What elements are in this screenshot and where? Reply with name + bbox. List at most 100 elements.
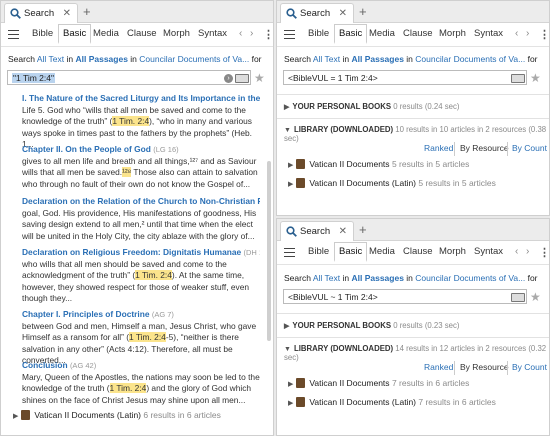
close-icon[interactable]: ✕ xyxy=(339,8,347,19)
chevron-left-icon[interactable]: ‹ xyxy=(515,28,518,39)
star-icon[interactable]: ★ xyxy=(530,71,541,85)
triangle-right-icon[interactable]: ▶ xyxy=(288,180,293,188)
result-title[interactable]: Chapter II. On the People of God xyxy=(22,144,151,154)
sort-by-resource[interactable]: By Resource xyxy=(460,143,509,153)
close-icon[interactable]: ✕ xyxy=(339,226,347,237)
triangle-right-icon[interactable]: ▶ xyxy=(284,322,289,330)
search-tab[interactable]: Search ✕ xyxy=(4,3,78,23)
result-item[interactable]: Conclusion (AG 42) Mary, Queen of the Ap… xyxy=(22,360,260,406)
keyboard-icon[interactable] xyxy=(511,74,525,83)
result-title[interactable]: Chapter I. Principles of Doctrine xyxy=(22,309,150,319)
plus-icon[interactable]: + xyxy=(83,4,91,19)
kebab-icon[interactable]: ⋮ xyxy=(539,246,549,259)
triangle-right-icon[interactable]: ▶ xyxy=(288,380,293,388)
scope-for: for xyxy=(251,54,262,64)
triangle-right-icon[interactable]: ▶ xyxy=(13,412,18,420)
scope-passages-link[interactable]: All Passages xyxy=(351,54,403,64)
personal-books-group[interactable]: ▶ YOUR PERSONAL BOOKS 0 results (0.24 sec… xyxy=(284,102,460,111)
kebab-icon[interactable]: ⋮ xyxy=(263,28,273,41)
triangle-down-icon[interactable]: ▼ xyxy=(284,346,291,353)
tab-bible[interactable]: Bible xyxy=(308,28,329,39)
plus-icon[interactable]: + xyxy=(359,222,367,237)
search-tab-label: Search xyxy=(300,8,331,19)
tab-basic[interactable]: Basic xyxy=(58,24,92,44)
result-title[interactable]: I. The Nature of the Sacred Liturgy and … xyxy=(22,93,260,103)
sort-ranked[interactable]: Ranked xyxy=(424,143,453,153)
triangle-right-icon[interactable]: ▶ xyxy=(288,161,293,169)
chevron-right-icon[interactable]: › xyxy=(526,28,529,39)
chevron-right-icon[interactable]: › xyxy=(250,28,253,39)
result-title[interactable]: Conclusion xyxy=(22,360,68,370)
tab-morph[interactable]: Morph xyxy=(163,28,190,39)
personal-books-group[interactable]: ▶ YOUR PERSONAL BOOKS 0 results (0.23 sec… xyxy=(284,321,460,330)
search-input[interactable]: <BibleVUL = 1 Tim 2:4> xyxy=(283,70,527,85)
tab-media[interactable]: Media xyxy=(369,28,395,39)
scope-collection-link[interactable]: Councilar Documents of Va... xyxy=(415,54,525,64)
plus-icon[interactable]: + xyxy=(359,4,367,19)
result-title[interactable]: Declaration on the Relation of the Churc… xyxy=(22,196,260,206)
kebab-icon[interactable]: ⋮ xyxy=(539,28,549,41)
sort-by-resource[interactable]: By Resource xyxy=(460,362,509,372)
result-item[interactable]: Chapter II. On the People of God (LG 16)… xyxy=(22,144,260,190)
tab-basic[interactable]: Basic xyxy=(334,24,368,44)
tab-media[interactable]: Media xyxy=(93,28,119,39)
triangle-right-icon[interactable]: ▶ xyxy=(284,103,289,111)
result-item[interactable]: I. The Nature of the Sacred Liturgy and … xyxy=(22,93,260,151)
chevron-right-icon[interactable]: › xyxy=(526,246,529,257)
search-tab[interactable]: Search ✕ xyxy=(280,221,354,241)
search-input[interactable]: "1 Tim 2:4" › xyxy=(7,70,251,85)
keyboard-icon[interactable] xyxy=(235,74,249,83)
chevron-left-icon[interactable]: ‹ xyxy=(515,246,518,257)
scope-text-link[interactable]: All Text xyxy=(313,273,340,283)
search-tab[interactable]: Search ✕ xyxy=(280,3,354,23)
search-input[interactable]: <BibleVUL ~ 1 Tim 2:4> xyxy=(283,289,527,304)
result-item[interactable]: Chapter I. Principles of Doctrine (AG 7)… xyxy=(22,309,260,367)
tab-clause[interactable]: Clause xyxy=(403,28,433,39)
clear-icon[interactable]: › xyxy=(224,74,233,83)
resource-item[interactable]: ▶ Vatican II Documents (Latin) 5 results … xyxy=(288,178,496,188)
tab-media[interactable]: Media xyxy=(369,246,395,257)
scrollbar[interactable] xyxy=(267,161,271,341)
resource-item[interactable]: ▶ Vatican II Documents (Latin) 6 results … xyxy=(13,410,221,420)
resource-name: Vatican II Documents (Latin) xyxy=(34,410,142,420)
tab-clause[interactable]: Clause xyxy=(403,246,433,257)
keyboard-icon[interactable] xyxy=(511,293,525,302)
result-item[interactable]: Declaration on Religious Freedom: Dignit… xyxy=(22,247,260,305)
result-title[interactable]: Declaration on Religious Freedom: Dignit… xyxy=(22,247,241,257)
tab-morph[interactable]: Morph xyxy=(439,28,466,39)
tab-syntax[interactable]: Syntax xyxy=(474,246,503,257)
tab-strip: Search ✕ + xyxy=(277,1,549,23)
star-icon[interactable]: ★ xyxy=(530,290,541,304)
scope-passages-link[interactable]: All Passages xyxy=(351,273,403,283)
scope-prefix: Search xyxy=(284,273,311,283)
tab-syntax[interactable]: Syntax xyxy=(474,28,503,39)
triangle-down-icon[interactable]: ▼ xyxy=(284,127,291,134)
library-group[interactable]: ▼ LIBRARY (DOWNLOADED) 14 results in 12 a… xyxy=(284,344,549,362)
scope-text-link[interactable]: All Text xyxy=(313,54,340,64)
result-item[interactable]: Declaration on the Relation of the Churc… xyxy=(22,196,260,242)
tab-syntax[interactable]: Syntax xyxy=(198,28,227,39)
resource-item[interactable]: ▶ Vatican II Documents (Latin) 7 results … xyxy=(288,397,496,407)
chevron-left-icon[interactable]: ‹ xyxy=(239,28,242,39)
triangle-right-icon[interactable]: ▶ xyxy=(288,399,293,407)
scope-text-link[interactable]: All Text xyxy=(37,54,64,64)
menu-icon[interactable] xyxy=(284,248,295,257)
star-icon[interactable]: ★ xyxy=(254,71,265,85)
scope-collection-link[interactable]: Councilar Documents of Va... xyxy=(415,273,525,283)
tab-bible[interactable]: Bible xyxy=(32,28,53,39)
resource-item[interactable]: ▶ Vatican II Documents 5 results in 5 art… xyxy=(288,159,469,169)
menu-icon[interactable] xyxy=(284,30,295,39)
tab-basic[interactable]: Basic xyxy=(334,242,368,262)
close-icon[interactable]: ✕ xyxy=(63,8,71,19)
sort-by-count[interactable]: By Count xyxy=(512,143,547,153)
resource-item[interactable]: ▶ Vatican II Documents 7 results in 6 art… xyxy=(288,378,469,388)
tab-bible[interactable]: Bible xyxy=(308,246,329,257)
scope-collection-link[interactable]: Councilar Documents of Va... xyxy=(139,54,249,64)
scope-passages-link[interactable]: All Passages xyxy=(75,54,127,64)
sort-by-count[interactable]: By Count xyxy=(512,362,547,372)
library-group[interactable]: ▼ LIBRARY (DOWNLOADED) 10 results in 10 a… xyxy=(284,125,549,143)
sort-ranked[interactable]: Ranked xyxy=(424,362,453,372)
tab-morph[interactable]: Morph xyxy=(439,246,466,257)
menu-icon[interactable] xyxy=(8,30,19,39)
tab-clause[interactable]: Clause xyxy=(127,28,157,39)
